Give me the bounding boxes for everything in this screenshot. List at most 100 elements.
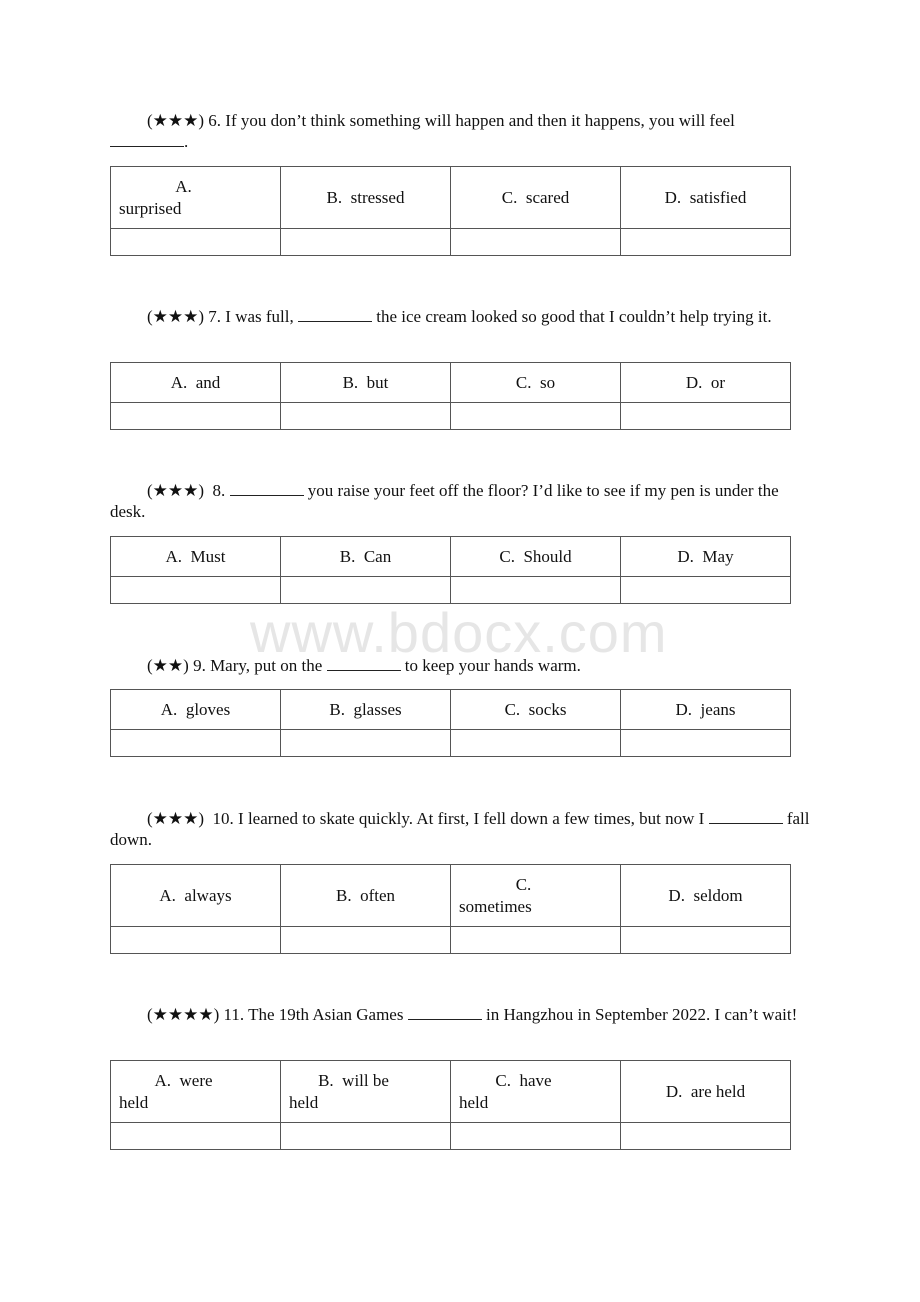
question-11: (★★★★) 11. The 19th Asian Games in Hangz… [110,1004,810,1025]
option-text: and [195,372,221,392]
option-a[interactable]: A. were held [110,1060,281,1123]
option-text-line2: held [119,1092,149,1112]
difficulty-rating: (★★★) [147,809,205,828]
option-d[interactable]: D. May [620,536,791,577]
option-b[interactable]: B. Can [280,536,451,577]
question-9: (★★) 9. Mary, put on the to keep your ha… [110,655,810,676]
stem-text: I was full, [225,307,294,326]
stem-text: If you don’t think something will happen… [225,111,735,130]
question-stem: (★★★★) 11. The 19th Asian Games in Hangz… [110,1004,810,1025]
stem-text-after: to keep your hands warm. [404,656,581,675]
option-letter: C. [515,372,532,392]
option-letter: A. [175,176,192,196]
answer-cell [280,228,451,256]
answer-blank [229,481,304,496]
option-letter: A. [160,699,178,719]
option-text: but [366,372,389,392]
option-letter: D. [675,699,693,719]
question-stem: (★★★) 8. you raise your feet off the flo… [110,480,810,522]
options-table-7: A. and B. but C. so D. or [110,362,791,430]
answer-cell [110,228,281,256]
option-text: Should [523,546,572,566]
difficulty-rating: (★★) [147,656,189,675]
answer-cell [280,729,451,757]
option-letter: B. [326,187,343,207]
option-d[interactable]: D. jeans [620,689,791,730]
option-text: gloves [185,699,231,719]
question-stem: (★★★) 10. I learned to skate quickly. At… [110,808,810,850]
option-letter: D. [665,1081,683,1101]
option-a[interactable]: A. Must [110,536,281,577]
answer-cell [620,1122,791,1150]
answer-cell [450,576,621,604]
option-a[interactable]: A. gloves [110,689,281,730]
option-d[interactable]: D. or [620,362,791,403]
answer-blank [708,809,783,824]
question-number: 10. [212,809,234,828]
option-c[interactable]: C. Should [450,536,621,577]
options-table-6: A. surprised B. stressed C. scared D. sat… [110,166,791,256]
option-c[interactable]: C. socks [450,689,621,730]
option-text: or [710,372,726,392]
option-b[interactable]: B. but [280,362,451,403]
answer-cell [110,1122,281,1150]
answer-cell [280,576,451,604]
difficulty-rating: (★★★) [147,481,205,500]
question-6: (★★★) 6. If you don’t think something wi… [110,110,810,152]
option-label-line1: B. will be [289,1070,442,1092]
option-text-line2: held [289,1092,319,1112]
answer-cell [450,729,621,757]
question-number: 7. [208,307,222,326]
option-letter: A. [165,546,183,566]
option-a[interactable]: A. and [110,362,281,403]
answer-cell [110,402,281,430]
option-d[interactable]: D. are held [620,1060,791,1123]
option-text: have [519,1070,552,1090]
option-b[interactable]: B. often [280,864,451,927]
question-stem: (★★) 9. Mary, put on the to keep your ha… [110,655,810,676]
option-text: so [539,372,556,392]
option-b[interactable]: B. stressed [280,166,451,229]
answer-cell [280,926,451,954]
option-c[interactable]: C. scared [450,166,621,229]
option-text: satisfied [689,187,747,207]
answer-cell [280,1122,451,1150]
option-letter: B. [335,885,352,905]
option-a[interactable]: A. surprised [110,166,281,229]
answer-cell [450,926,621,954]
stem-text: Mary, put on the [210,656,323,675]
option-text: were [179,1070,213,1090]
question-7: (★★★) 7. I was full, the ice cream looke… [110,306,810,327]
option-letter: D. [668,885,685,905]
option-letter: C. [495,1070,511,1090]
option-text: Can [363,546,392,566]
option-c[interactable]: C. sometimes [450,864,621,927]
answer-cell [110,576,281,604]
answer-cell [620,729,791,757]
answer-cell [110,729,281,757]
options-table-11: A. were held B. will be held C. have held D… [110,1060,791,1150]
option-text: stressed [350,187,405,207]
answer-cell [450,228,621,256]
stem-text-after: in Hangzhou in September 2022. I can’t w… [485,1005,798,1024]
option-letter: D. [677,546,694,566]
option-letter: B. [318,1070,334,1090]
answer-cell [280,402,451,430]
option-letter: B. [329,699,345,719]
option-b[interactable]: B. will be held [280,1060,451,1123]
option-a[interactable]: A. always [110,864,281,927]
option-text: May [702,546,734,566]
option-c[interactable]: C. so [450,362,621,403]
option-label-line1: C. have [459,1070,612,1092]
option-letter: A. [154,1070,171,1090]
option-text: scared [525,187,570,207]
option-d[interactable]: D. seldom [620,864,791,927]
option-d[interactable]: D. satisfied [620,166,791,229]
stem-text: The 19th Asian Games [248,1005,404,1024]
option-b[interactable]: B. glasses [280,689,451,730]
option-text: are held [690,1081,746,1101]
option-c[interactable]: C. have held [450,1060,621,1123]
question-number: 8. [212,481,226,500]
option-text: glasses [353,699,402,719]
option-text: jeans [700,699,736,719]
